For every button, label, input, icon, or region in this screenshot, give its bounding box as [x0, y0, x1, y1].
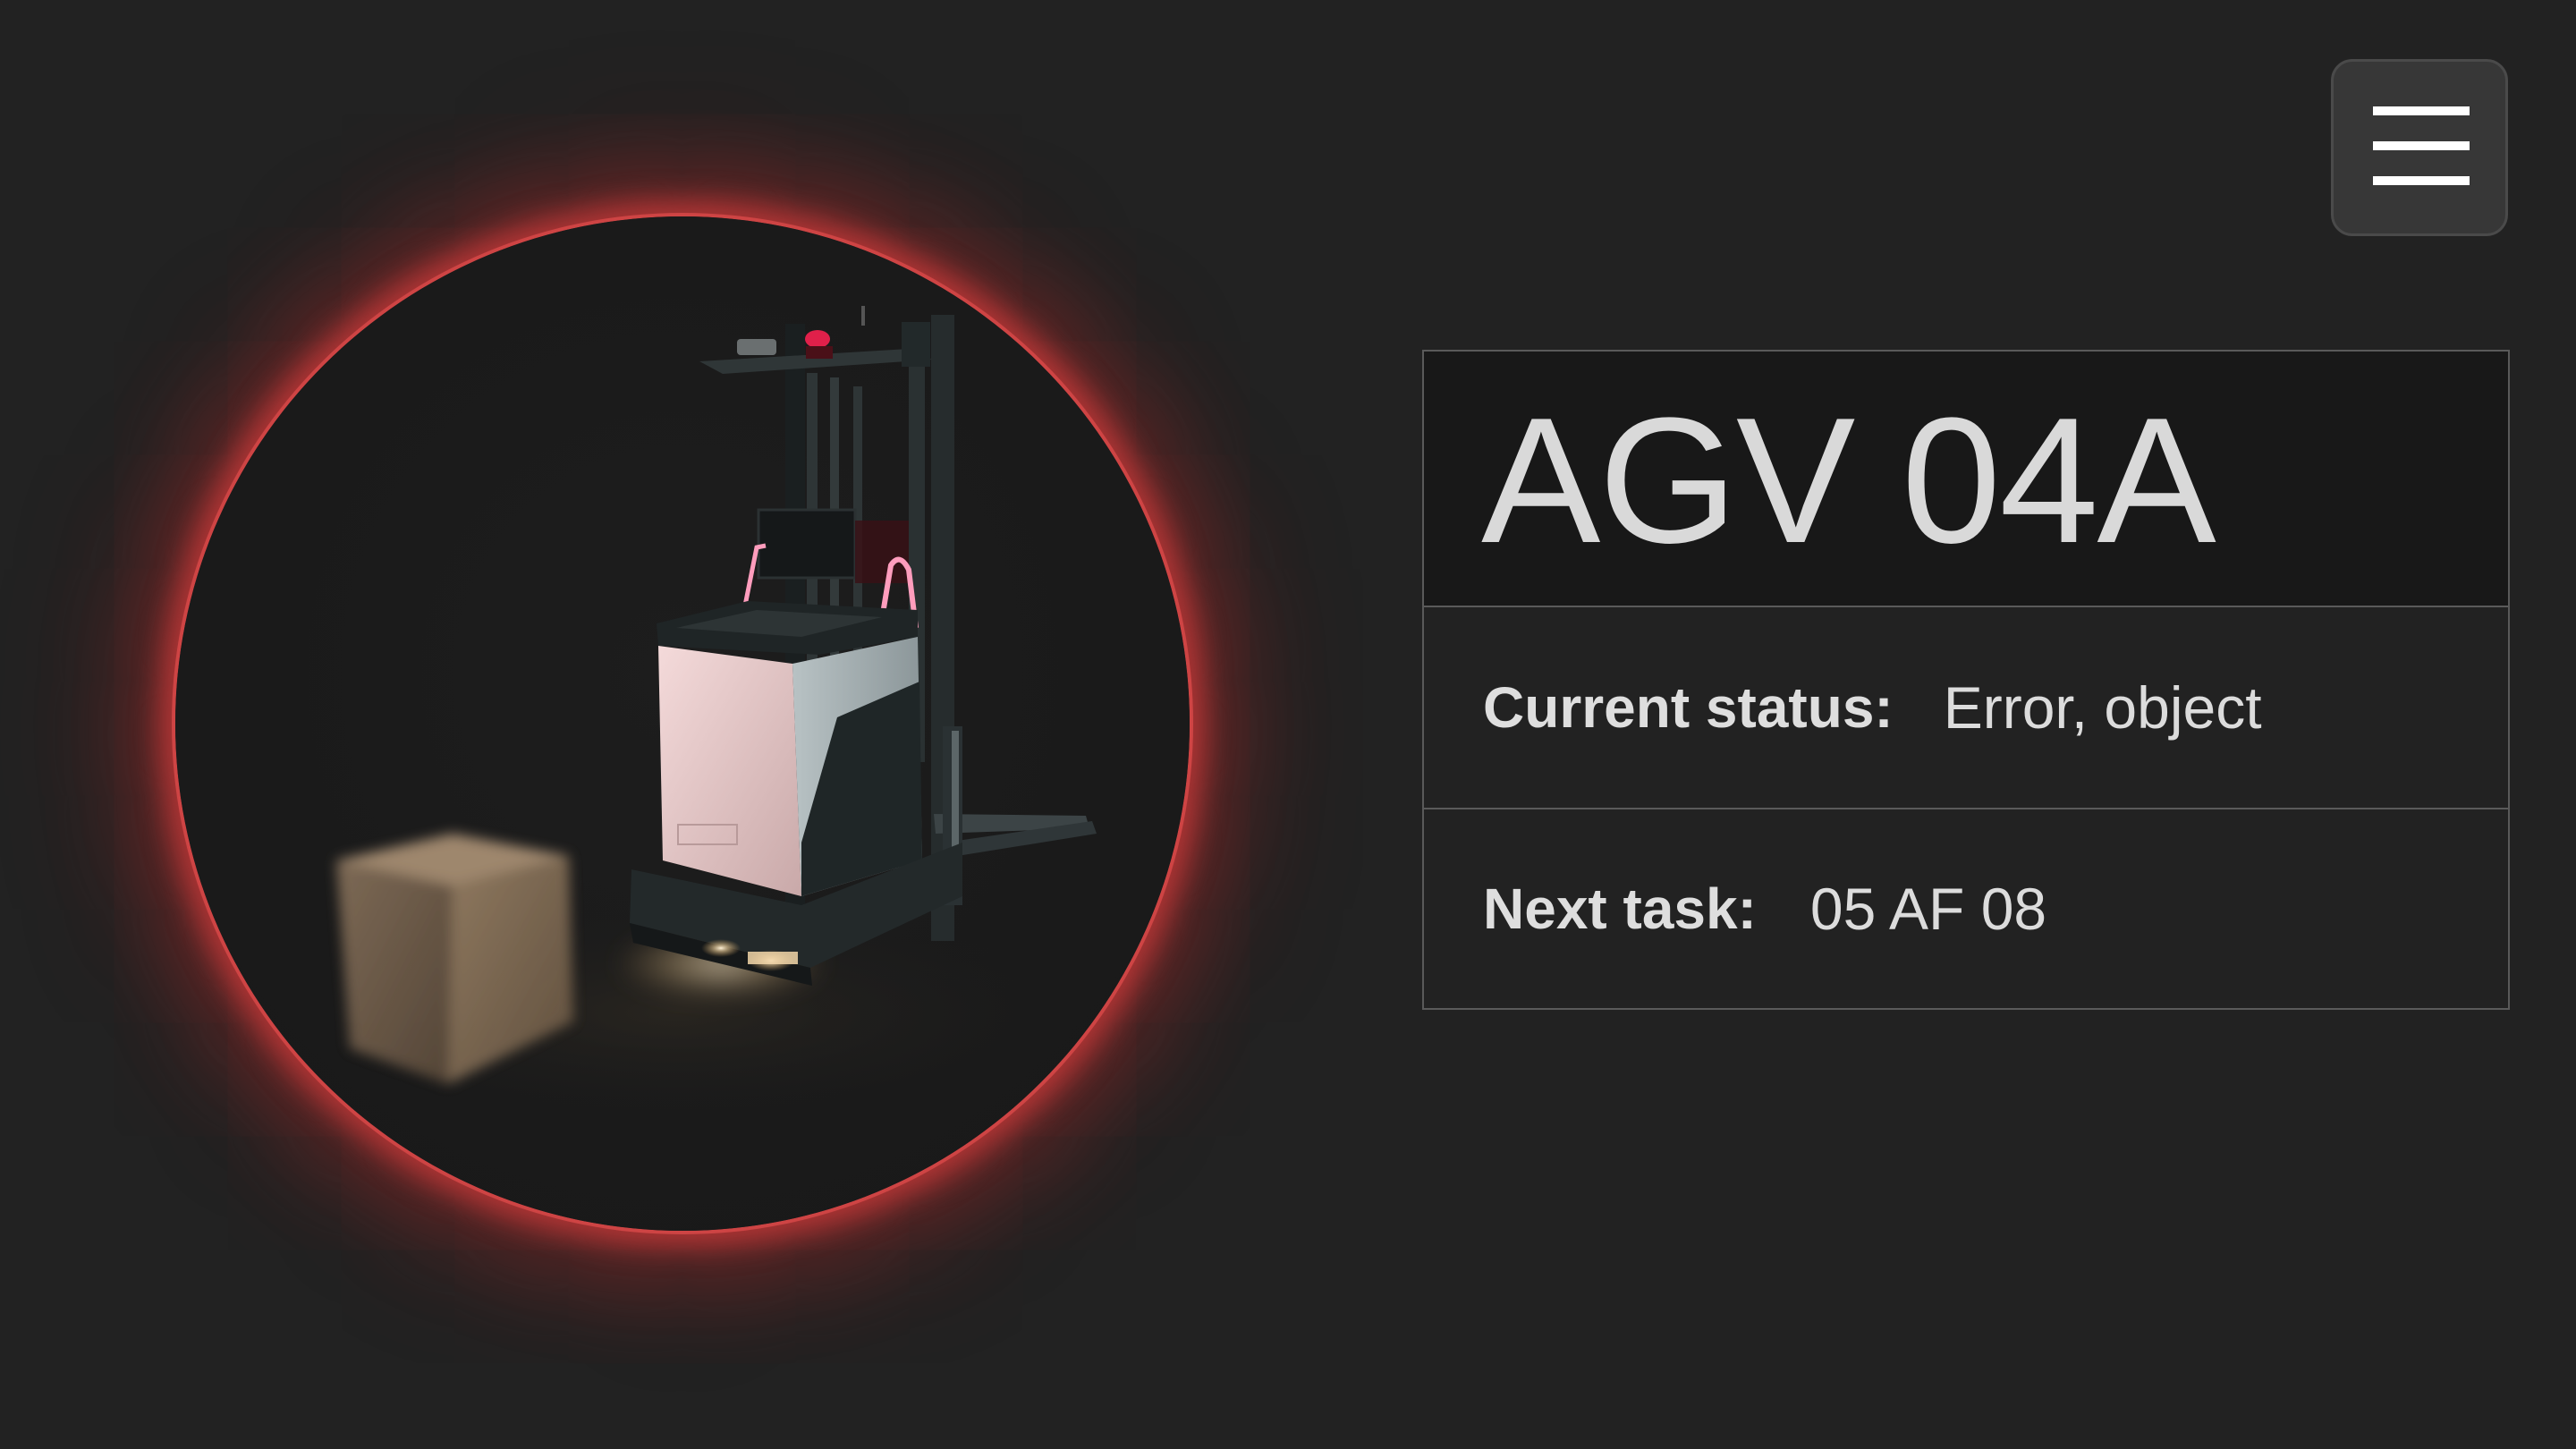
- status-label: Current status:: [1483, 675, 1894, 740]
- hamburger-menu-icon-bar: [2373, 141, 2470, 150]
- status-row: Current status: Error, object: [1424, 607, 2508, 808]
- vehicle-title: AGV 04A: [1481, 381, 2216, 580]
- agv-dashboard: AGV 04A Current status: Error, object Ne…: [0, 0, 2576, 1449]
- vehicle-title-row: AGV 04A: [1424, 352, 2508, 607]
- status-value: Error, object: [1943, 674, 2262, 741]
- robot-image-circle: [175, 216, 1190, 1231]
- agv-forklift-illustration: [283, 306, 1097, 1120]
- next-task-label: Next task:: [1483, 877, 1757, 941]
- vehicle-info-panel: AGV 04A Current status: Error, object Ne…: [1422, 350, 2510, 1010]
- hamburger-menu-icon-bar: [2373, 106, 2470, 115]
- next-task-value: 05 AF 08: [1809, 876, 2047, 942]
- menu-button[interactable]: [2331, 59, 2508, 236]
- hamburger-menu-icon-bar: [2373, 176, 2470, 185]
- next-task-row: Next task: 05 AF 08: [1424, 808, 2508, 1008]
